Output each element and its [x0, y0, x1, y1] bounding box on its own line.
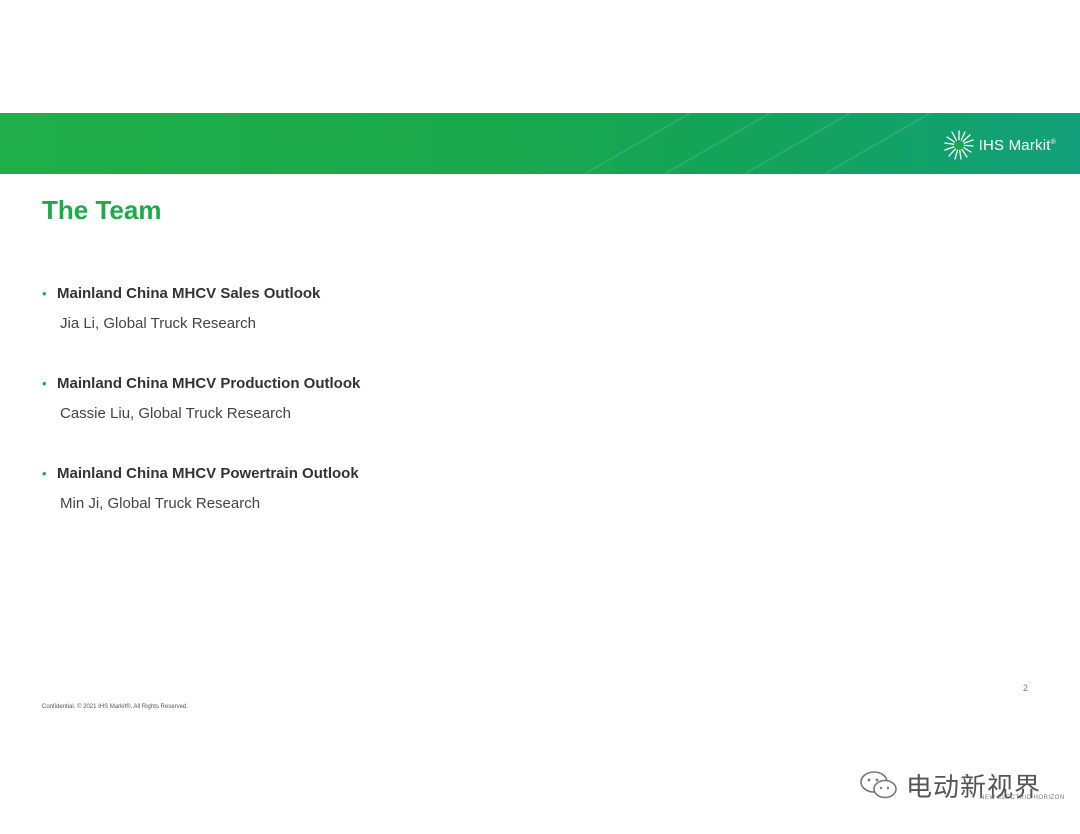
section-person: Jia Li, Global Truck Research: [60, 315, 256, 332]
watermark-subtext: NEW ELECTRIC HORIZON: [980, 795, 1065, 801]
bullet-icon: •: [42, 286, 47, 301]
bullet-icon: •: [42, 466, 47, 481]
starburst-icon: [943, 130, 974, 160]
wechat-icon: [860, 771, 897, 799]
section-heading: Mainland China MHCV Powertrain Outlook: [57, 465, 359, 482]
footer-copyright: Confidential. © 2021 IHS Markit®. All Ri…: [42, 704, 188, 710]
page-title: The Team: [42, 195, 162, 225]
section-heading: Mainland China MHCV Sales Outlook: [57, 285, 321, 302]
brand-name: IHS Markit®: [978, 136, 1056, 154]
bullet-icon: •: [42, 376, 47, 391]
section-person: Cassie Liu, Global Truck Research: [60, 405, 291, 422]
header-banner: [0, 113, 1080, 174]
section-heading: Mainland China MHCV Production Outlook: [57, 375, 361, 392]
brand-logo: IHS Markit®: [943, 128, 1056, 162]
page-number: 2: [1023, 683, 1029, 693]
section-person: Min Ji, Global Truck Research: [60, 495, 261, 512]
team-section-production: • Mainland China MHCV Production Outlook…: [42, 375, 360, 422]
team-section-powertrain: • Mainland China MHCV Powertrain Outlook…: [42, 465, 359, 512]
watermark: 电动新视界 NEW ELECTRIC HORIZON: [858, 760, 1072, 810]
team-section-sales: • Mainland China MHCV Sales Outlook Jia …: [42, 285, 320, 332]
